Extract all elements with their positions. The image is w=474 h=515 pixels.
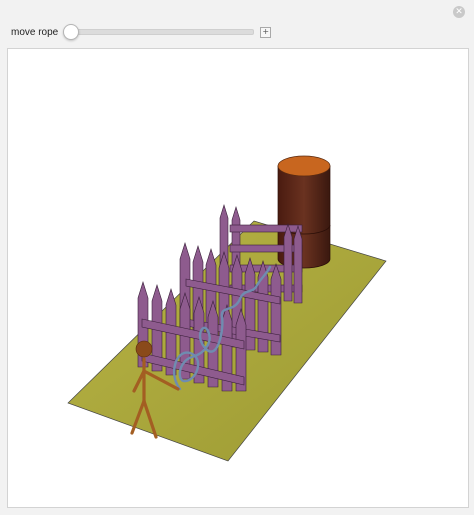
move-rope-slider[interactable]	[63, 24, 255, 40]
move-rope-label: move rope	[11, 26, 59, 38]
3d-viewport[interactable]	[7, 48, 469, 508]
scene-svg	[67, 155, 387, 462]
plus-icon[interactable]: +	[260, 26, 272, 38]
slider-thumb[interactable]	[63, 24, 80, 40]
close-icon[interactable]: ✕	[453, 6, 465, 18]
controls-bar: move rope +	[11, 22, 272, 42]
figure-head	[135, 340, 153, 358]
